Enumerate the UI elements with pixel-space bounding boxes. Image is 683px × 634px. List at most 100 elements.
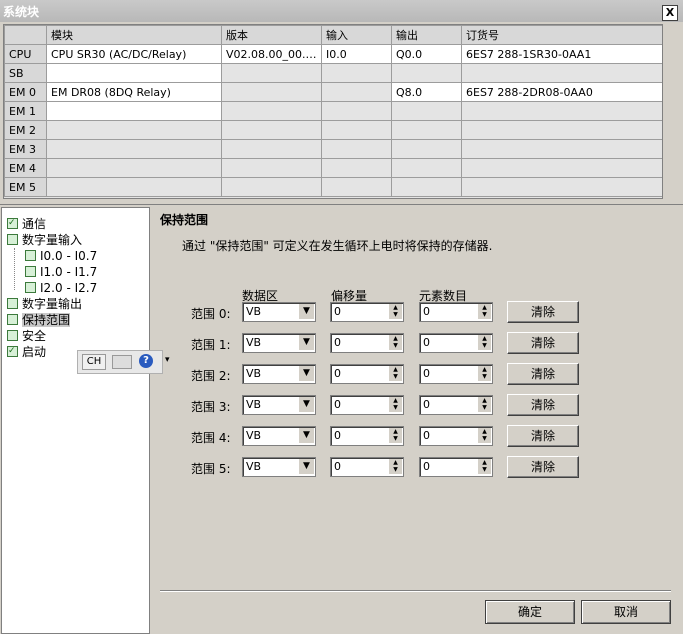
count-spinner[interactable]: 0 ▲ ▼ bbox=[419, 457, 493, 477]
spinner-value: 0 bbox=[334, 398, 341, 411]
spinner-arrows-icon[interactable]: ▲ ▼ bbox=[478, 428, 491, 443]
output-cell bbox=[391, 63, 462, 83]
tree-item-i1[interactable]: I1.0 - I1.7 bbox=[25, 265, 97, 279]
clear-button[interactable]: 清除 bbox=[507, 332, 579, 354]
check-icon bbox=[7, 216, 18, 230]
offset-spinner[interactable]: 0 ▲ ▼ bbox=[330, 333, 404, 353]
data-area-select[interactable]: VB ▼ bbox=[242, 333, 316, 353]
spinner-arrows-icon[interactable]: ▲ ▼ bbox=[478, 366, 491, 381]
tree-label: 安全 bbox=[22, 329, 47, 343]
chevron-down-icon[interactable]: ▼ bbox=[298, 366, 314, 381]
module-cell[interactable] bbox=[46, 101, 222, 121]
range-label: 范围 2: bbox=[191, 369, 231, 383]
check-icon bbox=[25, 282, 36, 293]
module-cell[interactable] bbox=[46, 139, 222, 159]
spinner-arrows-icon[interactable]: ▲ ▼ bbox=[478, 335, 491, 350]
offset-spinner[interactable]: 0 ▲ ▼ bbox=[330, 395, 404, 415]
spinner-value: 0 bbox=[423, 336, 430, 349]
clear-button[interactable]: 清除 bbox=[507, 363, 579, 385]
chevron-down-icon[interactable]: ▼ bbox=[298, 335, 314, 350]
tree-item-digital-input[interactable]: 数字量输入 bbox=[7, 233, 82, 247]
data-area-select[interactable]: VB ▼ bbox=[242, 302, 316, 322]
data-area-select[interactable]: VB ▼ bbox=[242, 364, 316, 384]
module-cell[interactable] bbox=[46, 177, 222, 197]
tree-item-startup[interactable]: 启动 bbox=[7, 344, 46, 359]
spinner-arrows-icon[interactable]: ▲ ▼ bbox=[389, 304, 402, 319]
count-spinner[interactable]: 0 ▲ ▼ bbox=[419, 333, 493, 353]
tree-item-i2[interactable]: I2.0 - I2.7 bbox=[25, 281, 97, 295]
input-cell bbox=[321, 63, 392, 83]
check-icon bbox=[7, 298, 18, 309]
module-cell[interactable] bbox=[46, 120, 222, 140]
output-cell: Q8.0 bbox=[391, 82, 462, 102]
spinner-arrows-icon[interactable]: ▲ ▼ bbox=[478, 397, 491, 412]
order-cell bbox=[461, 120, 662, 140]
help-icon[interactable]: ? bbox=[139, 354, 153, 368]
spinner-value: 0 bbox=[334, 460, 341, 473]
tree-item-i0[interactable]: I0.0 - I0.7 bbox=[25, 249, 97, 263]
data-area-select[interactable]: VB ▼ bbox=[242, 426, 316, 446]
slot-cell: EM 2 bbox=[4, 120, 47, 140]
table-row[interactable]: EM 2 bbox=[4, 120, 662, 140]
module-cell[interactable] bbox=[46, 158, 222, 178]
count-spinner[interactable]: 0 ▲ ▼ bbox=[419, 426, 493, 446]
spinner-value: 0 bbox=[423, 460, 430, 473]
spinner-arrows-icon[interactable]: ▲ ▼ bbox=[389, 335, 402, 350]
header-slot bbox=[4, 25, 47, 45]
clear-button[interactable]: 清除 bbox=[507, 456, 579, 478]
ime-toolbar[interactable]: CH ? bbox=[77, 350, 163, 374]
offset-spinner[interactable]: 0 ▲ ▼ bbox=[330, 426, 404, 446]
table-row[interactable]: EM 5 bbox=[4, 177, 662, 197]
spinner-arrows-icon[interactable]: ▲ ▼ bbox=[478, 459, 491, 474]
ime-language-button[interactable]: CH bbox=[82, 354, 106, 370]
table-row[interactable]: EM 0 EM DR08 (8DQ Relay) Q8.0 6ES7 288-2… bbox=[4, 82, 662, 102]
clear-button[interactable]: 清除 bbox=[507, 301, 579, 323]
table-row[interactable]: CPU CPU SR30 (AC/DC/Relay) V02.08.00_00.… bbox=[4, 44, 662, 64]
clear-button[interactable]: 清除 bbox=[507, 394, 579, 416]
count-spinner[interactable]: 0 ▲ ▼ bbox=[419, 364, 493, 384]
chevron-down-icon[interactable]: ▼ bbox=[298, 428, 314, 443]
ok-button[interactable]: 确定 bbox=[485, 600, 575, 624]
tree-item-security[interactable]: 安全 bbox=[7, 329, 46, 343]
table-row[interactable]: EM 3 bbox=[4, 139, 662, 159]
chevron-down-icon[interactable]: ▼ bbox=[298, 459, 314, 474]
table-row[interactable]: EM 1 bbox=[4, 101, 662, 121]
clear-button[interactable]: 清除 bbox=[507, 425, 579, 447]
range-label: 范围 3: bbox=[191, 400, 231, 414]
cancel-button[interactable]: 取消 bbox=[581, 600, 671, 624]
slot-cell: EM 0 bbox=[4, 82, 47, 102]
spinner-arrows-icon[interactable]: ▲ ▼ bbox=[389, 459, 402, 474]
spinner-value: 0 bbox=[423, 429, 430, 442]
tree-item-digital-output[interactable]: 数字量输出 bbox=[7, 297, 82, 311]
offset-spinner[interactable]: 0 ▲ ▼ bbox=[330, 364, 404, 384]
chevron-down-icon[interactable]: ▼ bbox=[298, 397, 314, 412]
ime-options-icon[interactable]: ▾ bbox=[165, 355, 170, 365]
keyboard-icon[interactable] bbox=[112, 355, 132, 369]
check-icon bbox=[7, 330, 18, 341]
spinner-value: 0 bbox=[334, 305, 341, 318]
data-area-select[interactable]: VB ▼ bbox=[242, 395, 316, 415]
spinner-arrows-icon[interactable]: ▲ ▼ bbox=[389, 366, 402, 381]
module-cell[interactable]: EM DR08 (8DQ Relay) bbox=[46, 82, 222, 102]
spinner-arrows-icon[interactable]: ▲ ▼ bbox=[389, 428, 402, 443]
spinner-arrows-icon[interactable]: ▲ ▼ bbox=[478, 304, 491, 319]
data-area-select[interactable]: VB ▼ bbox=[242, 457, 316, 477]
output-cell bbox=[391, 177, 462, 197]
order-cell bbox=[461, 139, 662, 159]
module-cell[interactable]: CPU SR30 (AC/DC/Relay) bbox=[46, 44, 222, 64]
header-module: 模块 bbox=[46, 25, 222, 45]
chevron-down-icon[interactable]: ▼ bbox=[298, 304, 314, 319]
offset-spinner[interactable]: 0 ▲ ▼ bbox=[330, 302, 404, 322]
tree-item-communication[interactable]: 通信 bbox=[7, 216, 46, 231]
table-row[interactable]: SB bbox=[4, 63, 662, 83]
close-button[interactable]: X bbox=[662, 5, 678, 21]
table-row[interactable]: EM 4 bbox=[4, 158, 662, 178]
count-spinner[interactable]: 0 ▲ ▼ bbox=[419, 302, 493, 322]
count-spinner[interactable]: 0 ▲ ▼ bbox=[419, 395, 493, 415]
output-cell bbox=[391, 158, 462, 178]
divider bbox=[0, 204, 683, 205]
module-cell[interactable] bbox=[46, 63, 222, 83]
tree-item-retentive-ranges[interactable]: 保持范围 bbox=[7, 313, 71, 327]
spinner-arrows-icon[interactable]: ▲ ▼ bbox=[389, 397, 402, 412]
offset-spinner[interactable]: 0 ▲ ▼ bbox=[330, 457, 404, 477]
